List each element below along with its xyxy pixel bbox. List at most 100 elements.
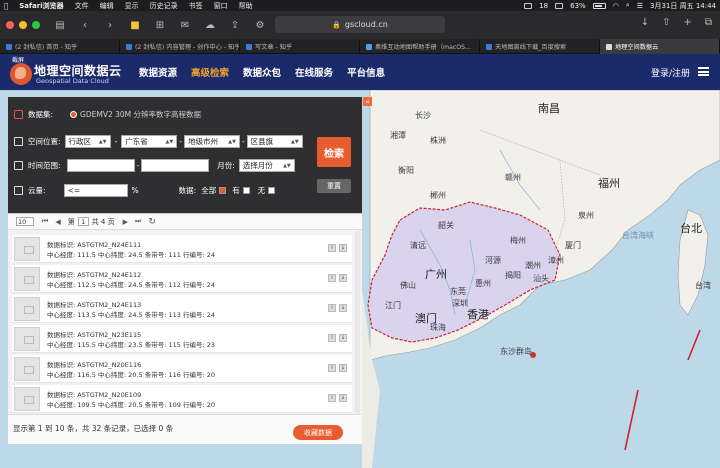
cloud-icon[interactable]: ☁	[204, 20, 216, 31]
status-icon-2[interactable]	[555, 2, 564, 9]
list-item[interactable]: 数据标识: ASTGTM2_N23E115 中心经度: 115.5 中心纬度: …	[12, 325, 352, 353]
globe-logo-icon[interactable]	[10, 63, 32, 85]
end-date-input[interactable]	[141, 159, 210, 172]
menubar-help[interactable]: 帮助	[239, 1, 253, 11]
opt-no-checkbox[interactable]	[268, 187, 276, 194]
reset-button[interactable]: 重置	[317, 179, 351, 193]
info-icon[interactable]: i	[328, 304, 336, 312]
start-date-input[interactable]	[66, 159, 135, 172]
upload-icon[interactable]: ⇧	[662, 17, 670, 28]
info-icon[interactable]: i	[328, 394, 336, 402]
download-icon[interactable]: ↓	[339, 274, 347, 282]
share-icon[interactable]: ⇪	[229, 20, 241, 31]
address-bar[interactable]: 🔒 gscloud.cn	[275, 16, 445, 33]
info-icon[interactable]: i	[328, 364, 336, 372]
tab-zhihu-home[interactable]: (2 封私信) 首页 - 知乎	[0, 39, 120, 54]
thumbnail-image-icon[interactable]	[14, 237, 40, 261]
opt-all-checkbox[interactable]	[219, 187, 227, 194]
nav-online-services[interactable]: 在线服务	[295, 65, 333, 79]
minimize-window-icon[interactable]	[19, 21, 27, 29]
nav-advanced-search[interactable]: 高级检索	[191, 65, 229, 79]
download-icon[interactable]: ↓	[339, 364, 347, 372]
admin-type-select[interactable]: 行政区 ▲▼	[64, 135, 111, 148]
download-icon[interactable]: ↓	[339, 334, 347, 342]
tab-ovital-manual[interactable]: 奥维互动地图帮助手册（macOS...	[360, 39, 480, 54]
info-icon[interactable]: i	[328, 274, 336, 282]
cloud-input[interactable]: <=	[63, 184, 128, 197]
info-icon[interactable]: i	[328, 334, 336, 342]
tab-zhihu-creator[interactable]: (2 封私信) 内容管理 - 创作中心 - 知乎	[120, 39, 240, 54]
collect-data-button[interactable]: 收藏数据	[293, 425, 343, 440]
thumbnail-image-icon[interactable]	[14, 297, 40, 321]
city-select[interactable]: 地级市州 ▲▼	[183, 135, 240, 148]
page-size-select[interactable]: 10	[16, 217, 34, 226]
results-scrollbar[interactable]	[355, 231, 360, 413]
back-icon[interactable]: ‹	[79, 20, 91, 31]
thumbnail-image-icon[interactable]	[14, 327, 40, 351]
menubar-view[interactable]: 显示	[125, 1, 139, 11]
opt-yes-checkbox[interactable]	[242, 187, 250, 194]
dataset-value[interactable]: GDEMV2 30M 分辨率数字高程数据	[80, 109, 201, 120]
prev-page-icon[interactable]: ◀	[55, 218, 60, 226]
search-icon[interactable]: ⌕	[626, 1, 630, 10]
first-page-icon[interactable]: ⏮	[42, 217, 48, 226]
apple-icon[interactable]: 	[4, 2, 8, 10]
thumbnail-image-icon[interactable]	[14, 267, 40, 291]
extension-icon[interactable]: ⊞	[154, 20, 166, 31]
wifi-icon[interactable]: ◠	[613, 2, 619, 10]
list-item[interactable]: 数据标识: ASTGTM2_N24E113 中心经度: 113.5 中心纬度: …	[12, 295, 352, 323]
menubar-history[interactable]: 历史记录	[150, 1, 178, 11]
thumbnail-image-icon[interactable]	[14, 387, 40, 411]
list-item[interactable]: 数据标识: ASTGTM2_N24E111 中心经度: 111.5 中心纬度: …	[12, 235, 352, 263]
nav-crowdsourcing[interactable]: 数据众包	[243, 65, 281, 79]
search-button[interactable]: 检索	[317, 137, 351, 167]
zhihu-favicon-icon	[246, 43, 252, 50]
forward-icon[interactable]: ›	[104, 20, 116, 31]
control-center-icon[interactable]: ☰	[637, 2, 643, 10]
list-item[interactable]: 数据标识: ASTGTM2_N24E112 中心经度: 112.5 中心纬度: …	[12, 265, 352, 293]
download-icon[interactable]: ↓	[339, 394, 347, 402]
download-icon[interactable]: ↓	[339, 244, 347, 252]
page-number-input[interactable]: 1	[77, 217, 89, 226]
shield-icon[interactable]: ■	[129, 20, 141, 31]
mail-icon[interactable]: ✉	[179, 20, 191, 31]
month-select[interactable]: 选择月份 ▲▼	[238, 159, 295, 172]
refresh-icon[interactable]: ↻	[148, 217, 156, 227]
menubar-file[interactable]: 文件	[75, 1, 89, 11]
info-icon[interactable]: i	[328, 244, 336, 252]
county-select[interactable]: 区县旗 ▲▼	[246, 135, 303, 148]
menubar-window[interactable]: 窗口	[214, 1, 228, 11]
tab-baidu-search[interactable]: 天地图离线下载_百度搜索	[480, 39, 600, 54]
sidebar-toggle-icon[interactable]: ▤	[54, 20, 66, 31]
list-item[interactable]: 数据标识: ASTGTM2_N20E109 中心经度: 109.5 中心纬度: …	[12, 385, 352, 413]
last-page-icon[interactable]: ⏭	[135, 217, 141, 226]
tab-gscloud[interactable]: 地理空间数据云	[600, 39, 720, 54]
close-window-icon[interactable]	[6, 21, 14, 29]
tab-overview-icon[interactable]: ⧉	[705, 17, 712, 28]
menubar-app-name[interactable]: Safari浏览器	[19, 1, 63, 11]
hamburger-menu-icon[interactable]	[698, 67, 709, 76]
notification-count[interactable]: 18	[539, 2, 548, 10]
menubar-bookmarks[interactable]: 书签	[189, 1, 203, 11]
battery-icon[interactable]	[592, 2, 606, 9]
new-tab-icon[interactable]: +	[683, 17, 691, 28]
province-select[interactable]: 广东省 ▲▼	[121, 135, 178, 148]
thumbnail-image-icon[interactable]	[14, 357, 40, 381]
download-icon[interactable]: ↓	[339, 304, 347, 312]
nav-data-resources[interactable]: 数据资源	[139, 65, 177, 79]
nav-platform-info[interactable]: 平台信息	[347, 65, 385, 79]
login-register-link[interactable]: 登录/注册	[651, 66, 690, 79]
dataset-radio[interactable]	[70, 111, 78, 118]
menubar-datetime[interactable]: 3月31日 周五 14:44	[650, 1, 716, 11]
zoom-window-icon[interactable]	[32, 21, 40, 29]
gear-icon[interactable]: ⚙	[254, 20, 266, 31]
download-icon[interactable]: ↓	[641, 17, 649, 28]
collapse-panel-button[interactable]: «	[363, 97, 372, 106]
battery-percent[interactable]: 63%	[570, 2, 586, 10]
menubar-edit[interactable]: 编辑	[100, 1, 114, 11]
list-item[interactable]: 数据标识: ASTGTM2_N20E116 中心经度: 116.5 中心纬度: …	[12, 355, 352, 383]
status-icon-1[interactable]	[524, 2, 533, 9]
tab-zhihu-write[interactable]: 写文章 - 知乎	[240, 39, 360, 54]
next-page-icon[interactable]: ▶	[123, 218, 128, 226]
space-label: 空间位置:	[28, 137, 61, 146]
